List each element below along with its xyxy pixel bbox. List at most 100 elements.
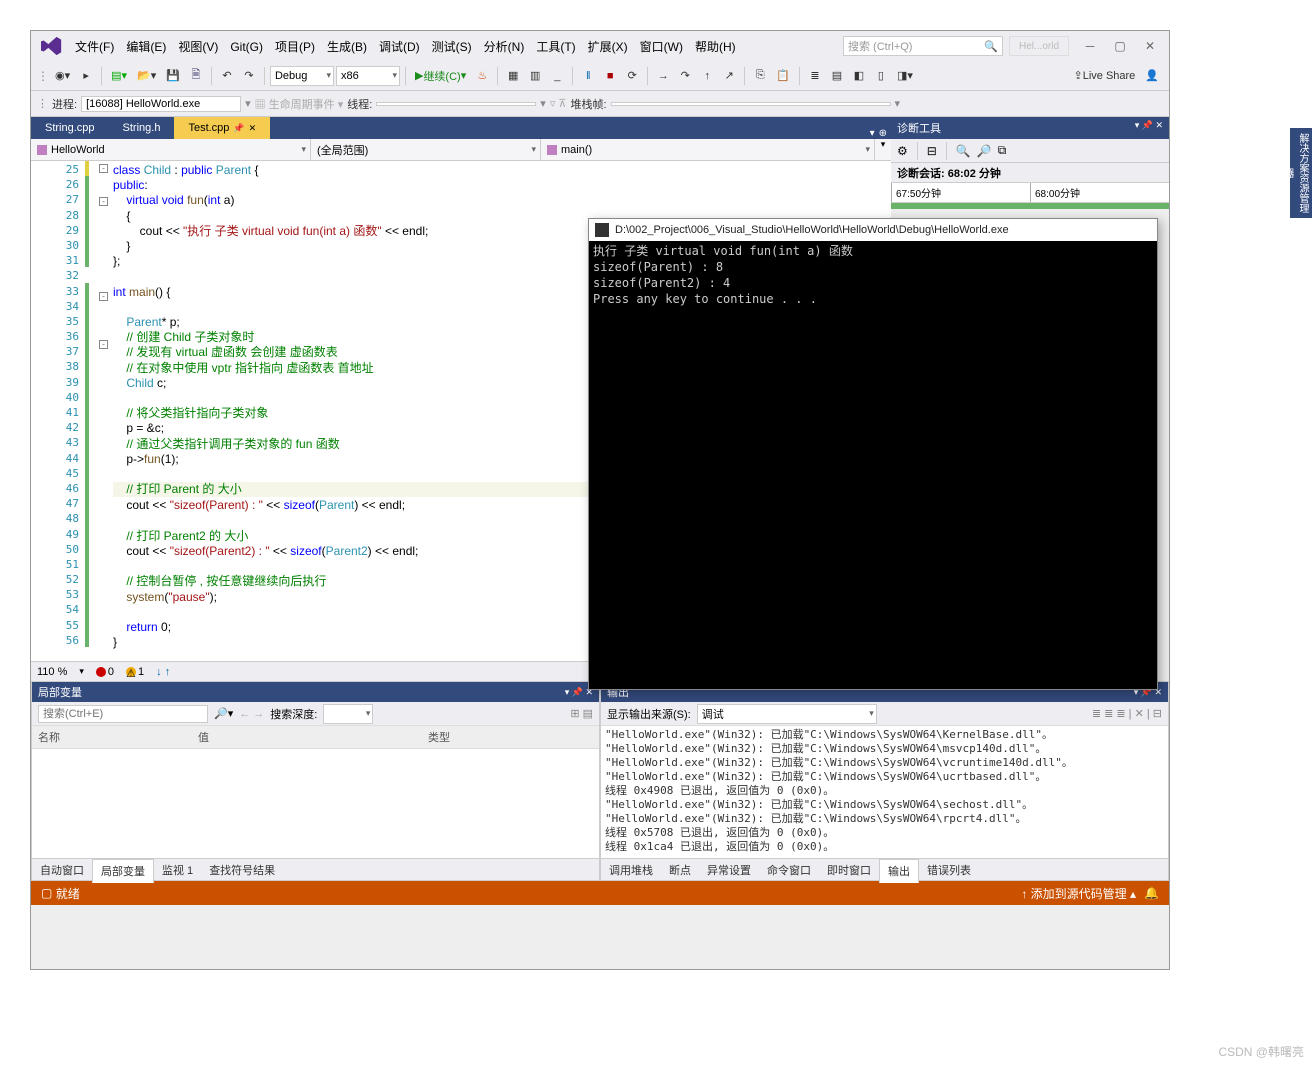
record-icon[interactable]: ⊟ (927, 144, 937, 158)
account-button[interactable]: 👤 (1141, 65, 1163, 87)
hot-reload-button[interactable]: ♨ (472, 65, 492, 87)
console-window: D:\002_Project\006_Visual_Studio\HelloWo… (588, 218, 1158, 690)
pin-icon[interactable]: ▾ 📌 ✕ (1135, 120, 1163, 136)
vs-logo-icon (41, 35, 63, 57)
panel-tab[interactable]: 断点 (661, 859, 699, 881)
depth-label: 搜索深度: (270, 706, 317, 722)
panel-tab[interactable]: 错误列表 (919, 859, 979, 881)
save-all-button[interactable]: 🗎 (186, 65, 206, 87)
open-button[interactable]: 📂▾ (133, 65, 160, 87)
process-combo[interactable]: [16088] HelloWorld.exe (81, 96, 241, 112)
menu-item[interactable]: 生成(B) (321, 36, 373, 58)
status-ready-icon: ▢ (41, 886, 52, 900)
tb-btn-13[interactable]: ▯ (871, 65, 891, 87)
close-button[interactable]: ✕ (1135, 35, 1165, 57)
split-button[interactable]: ▾ (875, 139, 891, 160)
depth-combo[interactable] (323, 704, 373, 724)
warning-count[interactable]: ⚠1 (126, 666, 144, 678)
locals-header: 名称 值 类型 (32, 726, 599, 749)
error-count[interactable]: 0 (96, 666, 114, 678)
document-tab[interactable]: Test.cpp 📌 ✕ (174, 117, 270, 139)
menu-item[interactable]: Git(G) (224, 36, 269, 58)
zoom-in-icon[interactable]: 🔍 (956, 144, 971, 158)
zoom-out-icon[interactable]: 🔎 (977, 144, 992, 158)
tb-btn-3[interactable]: _ (547, 65, 567, 87)
output-text[interactable]: "HelloWorld.exe"(Win32): 已加载"C:\Windows\… (601, 726, 1168, 856)
save-button[interactable]: 💾 (162, 65, 184, 87)
minimize-button[interactable]: ─ (1075, 35, 1105, 57)
tb-btn-8[interactable]: ⎘ (750, 65, 770, 87)
search-icon[interactable]: 🔎▾ (214, 707, 233, 720)
panel-tab[interactable]: 即时窗口 (819, 859, 879, 881)
locals-panel: 局部变量▾ 📌 ✕ 🔎▾ ← → 搜索深度: ⊞ ▤ 名称 值 类型 自动窗口局… (31, 681, 600, 881)
forward-button[interactable]: ▸ (76, 65, 96, 87)
menu-item[interactable]: 扩展(X) (582, 36, 634, 58)
step-over-button[interactable]: ↷ (675, 65, 695, 87)
tb-btn-1[interactable]: ▦ (503, 65, 523, 87)
config-combo[interactable]: Debug (270, 66, 334, 86)
tb-btn-11[interactable]: ▤ (827, 65, 847, 87)
undo-button[interactable]: ↶ (217, 65, 237, 87)
continue-button[interactable]: ▶ 继续(C) ▾ (411, 65, 470, 87)
panel-tab[interactable]: 异常设置 (699, 859, 759, 881)
tb-btn-10[interactable]: ≣ (805, 65, 825, 87)
stackframe-combo[interactable] (611, 102, 891, 106)
step-out-button[interactable]: ↑ (697, 65, 717, 87)
menu-item[interactable]: 工具(T) (530, 36, 581, 58)
source-control-button[interactable]: ↑ 添加到源代码管理 ▴ (1021, 885, 1136, 902)
tb-btn-12[interactable]: ◧ (849, 65, 869, 87)
menu-bar: 文件(F)编辑(E)视图(V)Git(G)项目(P)生成(B)调试(D)测试(S… (31, 31, 1169, 61)
panel-tab[interactable]: 输出 (879, 859, 919, 883)
maximize-button[interactable]: ▢ (1105, 35, 1135, 57)
platform-combo[interactable]: x86 (336, 66, 400, 86)
console-title-bar[interactable]: D:\002_Project\006_Visual_Studio\HelloWo… (589, 219, 1157, 241)
menu-item[interactable]: 项目(P) (269, 36, 321, 58)
locals-search-input[interactable] (38, 705, 208, 723)
new-file-button[interactable]: ▤▾ (107, 65, 131, 87)
document-tab[interactable]: String.h (109, 117, 175, 139)
menu-item[interactable]: 分析(N) (478, 36, 531, 58)
quick-search-input[interactable]: 搜索 (Ctrl+Q) 🔍 (843, 36, 1003, 56)
document-tab[interactable]: String.cpp (31, 117, 109, 139)
tb-btn-2[interactable]: ▥ (525, 65, 545, 87)
function-combo[interactable]: main() (541, 139, 875, 160)
zoom-level[interactable]: 110 % (37, 666, 67, 678)
panel-tab[interactable]: 查找符号结果 (201, 859, 283, 881)
tab-dropdown-icon[interactable]: ▾ (870, 128, 875, 139)
reset-icon[interactable]: ⧉ (998, 143, 1007, 158)
tab-add-icon[interactable]: ⊕ (879, 128, 887, 139)
project-combo[interactable]: HelloWorld (31, 139, 311, 160)
live-share-button[interactable]: ⇪ Live Share (1069, 65, 1139, 87)
gear-icon[interactable]: ⚙ (897, 144, 908, 158)
panel-tab[interactable]: 监视 1 (154, 859, 201, 881)
menu-item[interactable]: 编辑(E) (120, 36, 172, 58)
thread-label: 线程: (347, 96, 372, 112)
tb-btn-14[interactable]: ◨▾ (893, 65, 917, 87)
thread-combo[interactable] (376, 102, 536, 106)
solution-explorer-collapsed[interactable]: 解决方案资源管理器 (1290, 128, 1312, 218)
debug-toolbar: ⋮ 进程: [16088] HelloWorld.exe ▾ ▦ 生命周期事件 … (31, 91, 1169, 117)
notifications-icon[interactable]: 🔔 (1144, 886, 1159, 900)
output-source-combo[interactable]: 调试 (697, 704, 877, 724)
break-all-button[interactable]: ‖ (578, 65, 598, 87)
panel-tab[interactable]: 自动窗口 (32, 859, 92, 881)
tb-btn-7[interactable]: ↗ (719, 65, 739, 87)
document-tabs: String.cppString.hTest.cpp 📌 ✕ ▾ ⊕ (31, 117, 891, 139)
panel-tab[interactable]: 命令窗口 (759, 859, 819, 881)
restart-button[interactable]: ⟳ (622, 65, 642, 87)
menu-item[interactable]: 帮助(H) (689, 36, 742, 58)
tb-btn-9[interactable]: 📋 (772, 65, 794, 87)
menu-item[interactable]: 窗口(W) (634, 36, 689, 58)
redo-button[interactable]: ↷ (239, 65, 259, 87)
code-nav-bar: HelloWorld (全局范围) main() ▾ (31, 139, 891, 161)
panel-tab[interactable]: 调用堆栈 (601, 859, 661, 881)
panel-tab[interactable]: 局部变量 (92, 859, 154, 883)
menu-item[interactable]: 测试(S) (426, 36, 478, 58)
stop-button[interactable]: ■ (600, 65, 620, 87)
menu-item[interactable]: 文件(F) (69, 36, 120, 58)
menu-item[interactable]: 调试(D) (373, 36, 426, 58)
menu-item[interactable]: 视图(V) (172, 36, 224, 58)
back-button[interactable]: ◉▾ (51, 65, 74, 87)
scope-combo[interactable]: (全局范围) (311, 139, 541, 160)
step-into-button[interactable]: → (653, 65, 673, 87)
